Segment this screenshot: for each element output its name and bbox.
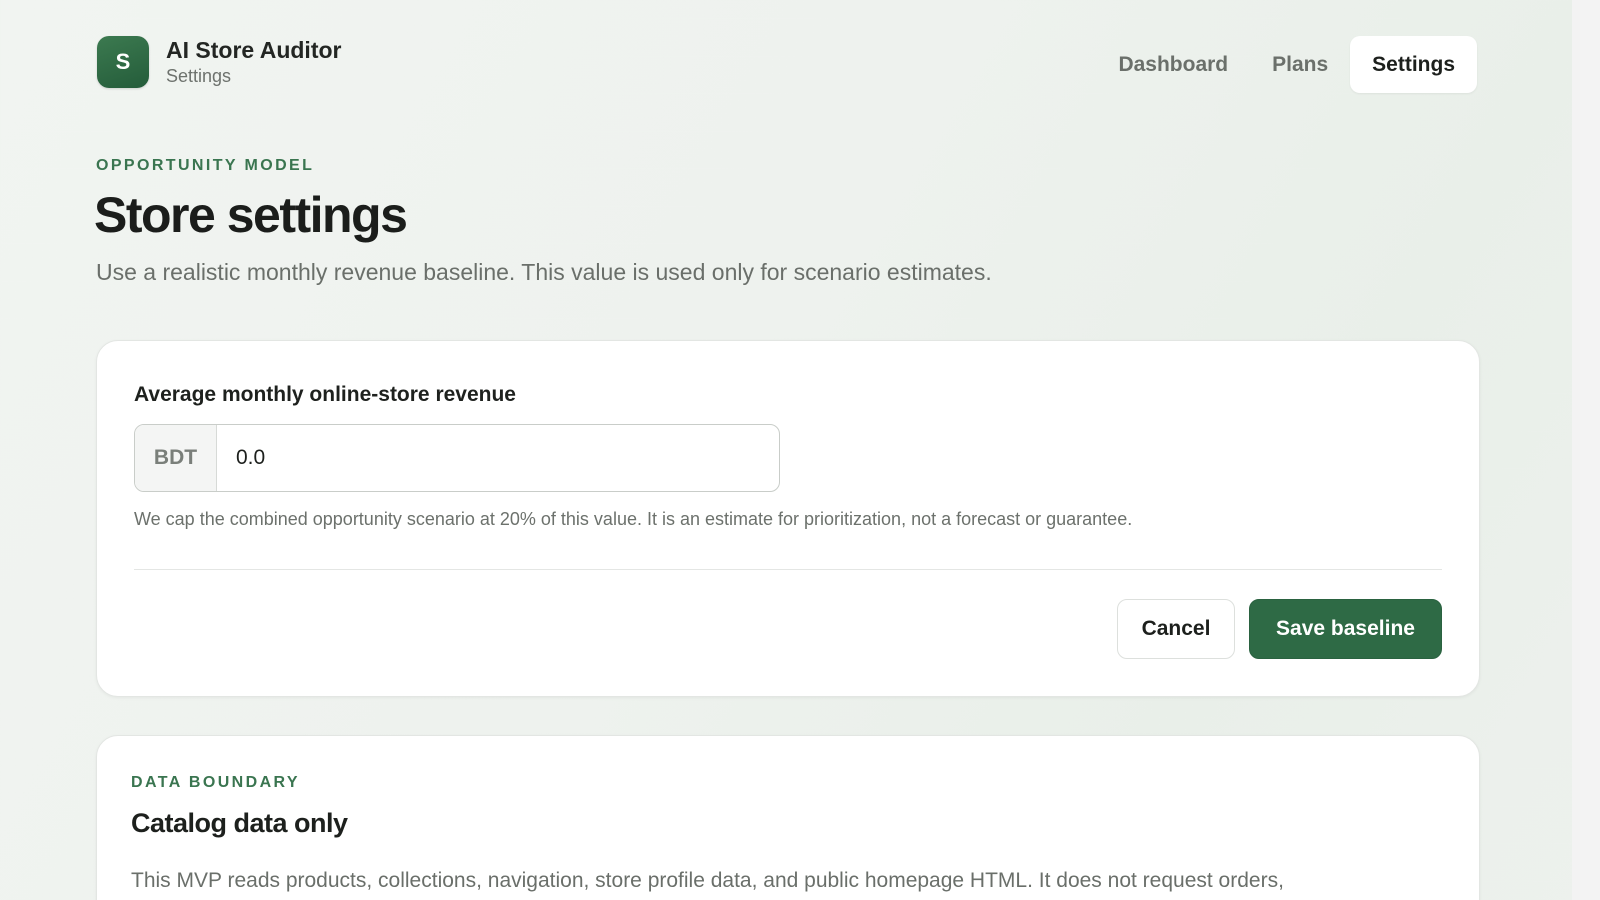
window-edge bbox=[1572, 0, 1600, 900]
data-boundary-title: Catalog data only bbox=[131, 808, 348, 838]
revenue-field-label: Average monthly online-store revenue bbox=[134, 383, 516, 406]
revenue-help-text: We cap the combined opportunity scenario… bbox=[134, 509, 1133, 529]
card-divider bbox=[134, 569, 1442, 570]
brand: S AI Store Auditor Settings bbox=[97, 36, 341, 88]
section-eyebrow: OPPORTUNITY MODEL bbox=[96, 157, 315, 174]
data-boundary-text: This MVP reads products, collections, na… bbox=[131, 869, 1284, 892]
revenue-input[interactable] bbox=[217, 425, 779, 491]
cancel-button[interactable]: Cancel bbox=[1117, 599, 1235, 659]
data-boundary-card: DATA BOUNDARY Catalog data only This MVP… bbox=[96, 735, 1480, 900]
nav-dashboard[interactable]: Dashboard bbox=[1096, 36, 1250, 93]
revenue-input-group: BDT bbox=[134, 424, 780, 492]
app-subtitle: Settings bbox=[166, 65, 232, 86]
top-header: S AI Store Auditor Settings Dashboard Pl… bbox=[97, 36, 1477, 93]
page-description: Use a realistic monthly revenue baseline… bbox=[96, 259, 992, 285]
brand-text: AI Store Auditor Settings bbox=[166, 37, 341, 88]
data-boundary-eyebrow: DATA BOUNDARY bbox=[131, 774, 300, 791]
page-title: Store settings bbox=[94, 187, 408, 243]
app-logo: S bbox=[97, 36, 149, 88]
app-title: AI Store Auditor bbox=[166, 36, 342, 63]
save-baseline-button[interactable]: Save baseline bbox=[1249, 599, 1442, 659]
nav-plans[interactable]: Plans bbox=[1250, 36, 1350, 93]
main-nav: Dashboard Plans Settings bbox=[1096, 36, 1477, 93]
nav-settings[interactable]: Settings bbox=[1350, 36, 1477, 93]
revenue-baseline-card: Average monthly online-store revenue BDT… bbox=[96, 340, 1480, 697]
currency-prefix: BDT bbox=[135, 425, 217, 491]
